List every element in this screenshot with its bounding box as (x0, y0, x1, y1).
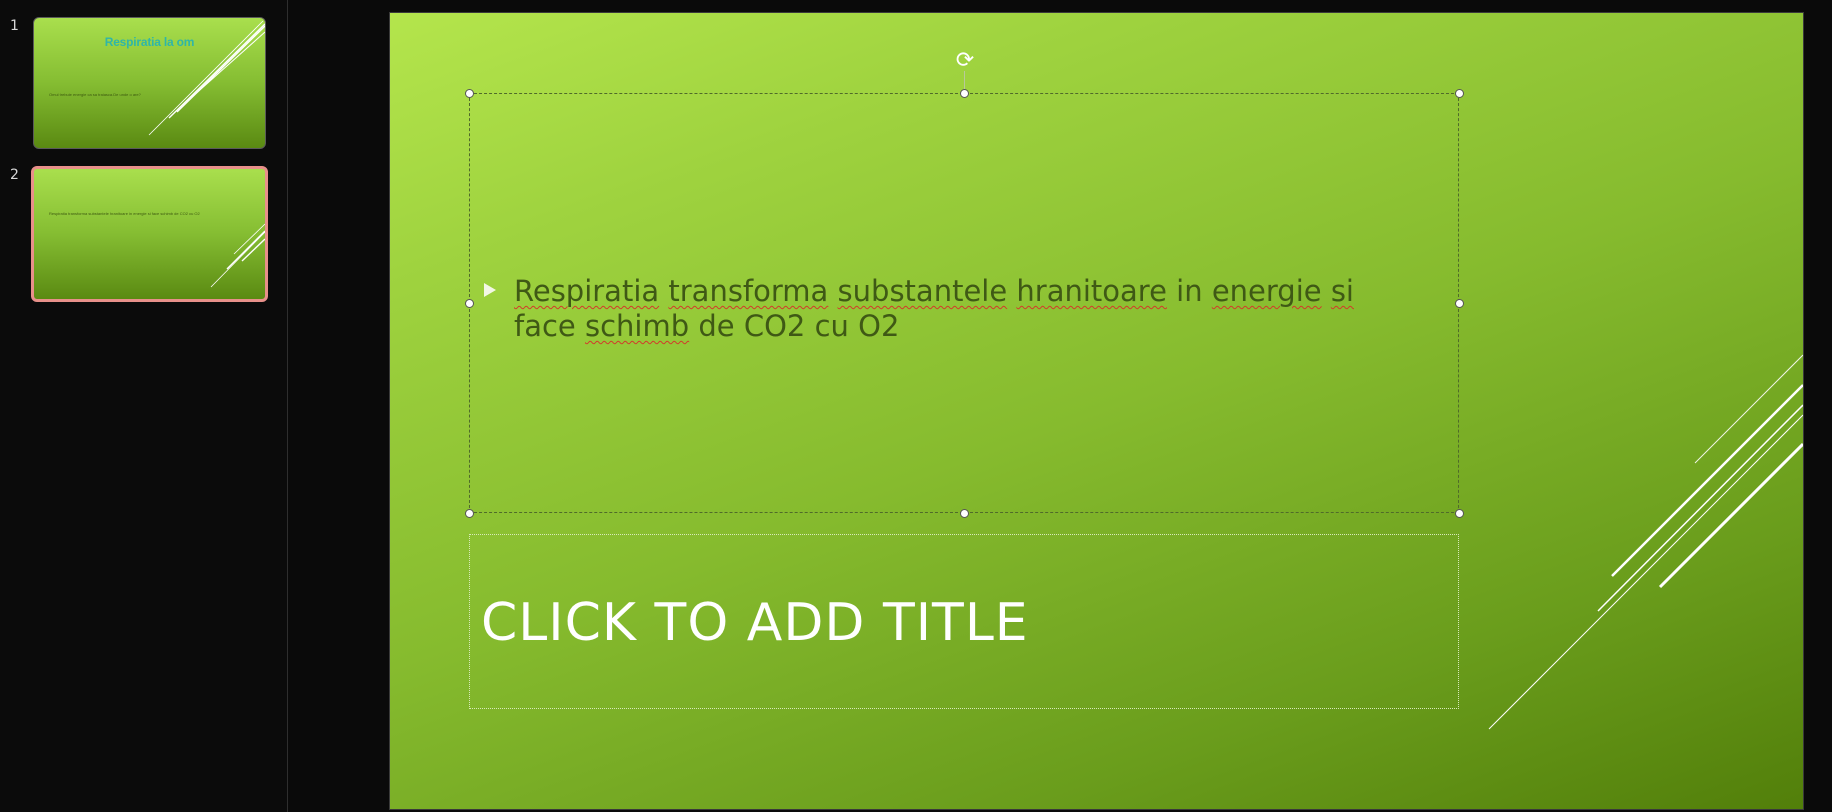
misspelled-word[interactable]: energie (1212, 274, 1322, 308)
title-placeholder-text[interactable]: CLICK TO ADD TITLE (481, 593, 1029, 653)
thumbnail-body-text: Omul trebuie energie ca sa traiasca.De u… (49, 92, 141, 97)
misspelled-word[interactable]: transforma (668, 274, 828, 308)
title-placeholder[interactable]: CLICK TO ADD TITLE (469, 534, 1459, 709)
misspelled-word[interactable]: si (1331, 274, 1354, 308)
slide-editing-area[interactable]: ⟳ Respiratia transforma substantele hran… (288, 0, 1832, 812)
slide-thumbnail-1[interactable]: Respiratia la om Omul trebuie energie ca… (33, 17, 266, 149)
misspelled-word[interactable]: Respiratia (514, 274, 659, 308)
resize-handle-top-right[interactable] (1455, 89, 1464, 98)
resize-handle-top-left[interactable] (465, 89, 474, 98)
misspelled-word[interactable]: substantele (838, 274, 1008, 308)
resize-handle-top[interactable] (960, 89, 969, 98)
thumbnail-title: Respiratia la om (104, 35, 195, 49)
slide-canvas[interactable]: ⟳ Respiratia transforma substantele hran… (389, 12, 1804, 810)
word: de CO2 cu O2 (698, 309, 900, 343)
misspelled-word[interactable]: hranitoare (1016, 274, 1167, 308)
bullet-item[interactable]: Respiratia transforma substantele hranit… (484, 274, 1424, 344)
slide-thumbnail-pane[interactable]: 1 Respiratia la om Omul trebuie energie … (0, 0, 288, 812)
misspelled-word[interactable]: schimb (585, 309, 689, 343)
thumbnail-bullet-text: Respiratia transforma substantele hranit… (49, 211, 200, 216)
resize-handle-right[interactable] (1455, 299, 1464, 308)
resize-handle-bottom-right[interactable] (1455, 509, 1464, 518)
resize-handle-bottom[interactable] (960, 509, 969, 518)
content-placeholder[interactable]: Respiratia transforma substantele hranit… (469, 93, 1459, 513)
slide-number-2: 2 (10, 167, 19, 183)
thumbnail-decoration (210, 223, 265, 288)
slide-number-1: 1 (10, 18, 19, 34)
bullet-text[interactable]: Respiratia transforma substantele hranit… (514, 274, 1424, 344)
rotate-handle-icon[interactable]: ⟳ (953, 49, 977, 73)
word: face (514, 309, 576, 343)
slide-thumbnail-2[interactable]: Respiratia transforma substantele hranit… (31, 166, 268, 302)
triangle-bullet-icon (484, 283, 496, 297)
presentation-editor: 1 Respiratia la om Omul trebuie energie … (0, 0, 1832, 812)
resize-handle-left[interactable] (465, 299, 474, 308)
word: in (1176, 274, 1203, 308)
resize-handle-bottom-left[interactable] (465, 509, 474, 518)
